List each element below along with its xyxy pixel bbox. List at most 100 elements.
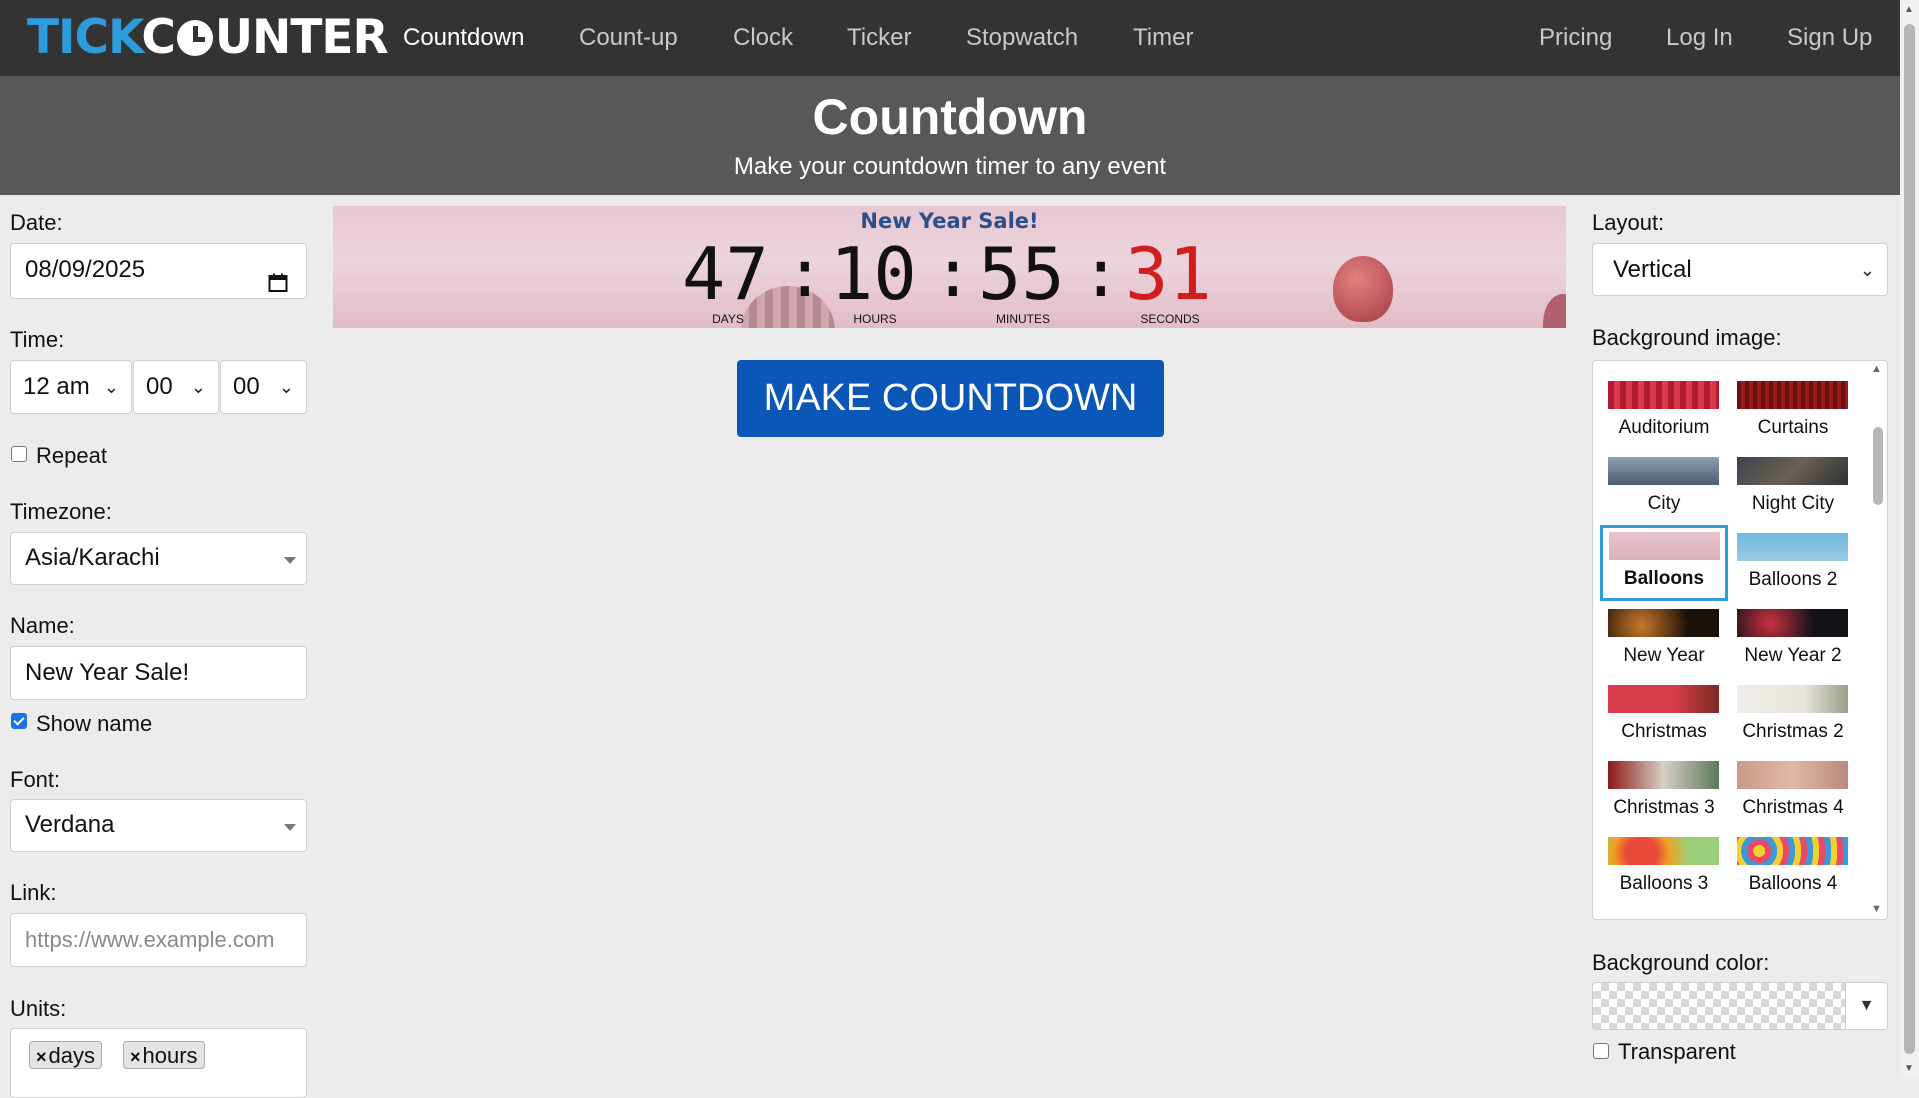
font-value: Verdana: [25, 811, 115, 838]
link-label: Link:: [10, 880, 57, 905]
units-select[interactable]: ×days ×hours: [10, 1028, 307, 1098]
bg-option-night-city[interactable]: Night City: [1729, 451, 1857, 523]
date-input[interactable]: 08/09/2025: [10, 243, 307, 299]
bg-option-christmas-4[interactable]: Christmas 4: [1729, 755, 1857, 827]
time-label: Time:: [10, 327, 65, 352]
nav-count-up[interactable]: Count-up: [579, 24, 678, 52]
nav-stopwatch[interactable]: Stopwatch: [966, 24, 1078, 52]
bg-option-new-year[interactable]: New Year: [1600, 603, 1728, 675]
balloons-4-thumbnail: [1737, 837, 1848, 865]
background-color-label: Background color:: [1592, 950, 1770, 975]
seconds-unit-label: SECONDS: [1140, 312, 1200, 326]
nav-clock[interactable]: Clock: [733, 24, 793, 52]
top-navigation: TICKC UNTER Countdown Count-up Clock Tick…: [0, 0, 1900, 76]
night-city-thumbnail: [1737, 457, 1848, 485]
separator: :: [1081, 235, 1121, 312]
color-dropdown-icon[interactable]: ▼: [1845, 983, 1887, 1029]
christmas-4-thumbnail: [1737, 761, 1848, 789]
layout-select[interactable]: Vertical ⌄: [1592, 243, 1888, 296]
nav-countdown[interactable]: Countdown: [403, 24, 524, 52]
nav-timer[interactable]: Timer: [1133, 24, 1193, 52]
bg-option-label: Balloons 2: [1748, 569, 1838, 590]
balloon-decoration: [1543, 294, 1566, 328]
bg-option-label: Auditorium: [1618, 417, 1710, 438]
image-grid-scrollbar[interactable]: ▲ ▼: [1869, 361, 1887, 919]
bg-option-auditorium[interactable]: Auditorium: [1600, 375, 1728, 447]
bg-option-city[interactable]: City: [1600, 451, 1728, 523]
link-input[interactable]: https://www.example.com: [10, 913, 307, 967]
timezone-select[interactable]: Asia/Karachi: [10, 532, 307, 585]
countdown-preview: New Year Sale! 47 : 10 : 55 : 31 DAYS HO…: [333, 206, 1566, 328]
scrollbar-thumb[interactable]: [1904, 24, 1915, 1054]
christmas-thumbnail: [1608, 685, 1719, 713]
bg-option-label: Christmas 4: [1742, 797, 1844, 818]
make-countdown-button[interactable]: MAKE COUNTDOWN: [737, 360, 1164, 437]
balloons-3-thumbnail: [1608, 837, 1719, 865]
font-select[interactable]: Verdana: [10, 799, 307, 852]
nav-pricing[interactable]: Pricing: [1539, 24, 1612, 52]
remove-icon[interactable]: ×: [130, 1047, 141, 1067]
transparent-label: Transparent: [1618, 1039, 1736, 1064]
unit-tag-days[interactable]: ×days: [29, 1041, 102, 1069]
bg-option-label: New Year: [1623, 645, 1705, 666]
tickcounter-logo[interactable]: TICKC UNTER: [27, 12, 389, 64]
bg-option-label: Christmas: [1621, 721, 1707, 742]
balloons-thumbnail: [1609, 532, 1720, 560]
hour-select[interactable]: 12 am ⌄: [10, 360, 132, 414]
clock-logo-icon: [176, 20, 213, 56]
unit-tag-label: hours: [142, 1043, 198, 1068]
page-subtitle: Make your countdown timer to any event: [733, 153, 1167, 180]
bg-option-curtains[interactable]: Curtains: [1729, 375, 1857, 447]
repeat-checkbox[interactable]: [11, 446, 27, 462]
show-name-checkbox[interactable]: [11, 713, 27, 729]
bg-option-balloons-4[interactable]: Balloons 4: [1729, 831, 1857, 903]
auditorium-thumbnail: [1608, 381, 1719, 409]
scroll-down-icon[interactable]: ▼: [1904, 1063, 1914, 1074]
nav-ticker[interactable]: Ticker: [847, 24, 911, 52]
background-color-picker[interactable]: ▼: [1592, 982, 1888, 1030]
calendar-icon[interactable]: [268, 260, 288, 292]
remove-icon[interactable]: ×: [36, 1047, 47, 1067]
scrollbar-thumb[interactable]: [1873, 427, 1883, 505]
christmas-2-thumbnail: [1737, 685, 1848, 713]
scroll-up-icon[interactable]: ▲: [1871, 363, 1882, 375]
layout-value: Vertical: [1613, 256, 1692, 283]
chevron-down-icon: ⌄: [1859, 260, 1875, 280]
transparent-checkbox[interactable]: [1593, 1043, 1609, 1059]
second-select[interactable]: 00 ⌄: [220, 360, 307, 414]
bg-option-balloons[interactable]: Balloons: [1600, 525, 1728, 601]
page-scrollbar[interactable]: ▲ ▼: [1900, 0, 1919, 1079]
days-value: 47: [682, 232, 769, 316]
chevron-down-icon: ⌄: [190, 377, 206, 397]
countdown-name: New Year Sale!: [860, 209, 1039, 233]
font-label: Font:: [10, 767, 61, 792]
nav-sign-up[interactable]: Sign Up: [1787, 24, 1872, 52]
unit-tag-label: days: [48, 1043, 95, 1068]
bg-option-label: Balloons 4: [1748, 873, 1838, 894]
link-placeholder: https://www.example.com: [25, 927, 275, 952]
bg-option-balloons-3[interactable]: Balloons 3: [1600, 831, 1728, 903]
bg-option-new-year-2[interactable]: New Year 2: [1729, 603, 1857, 675]
nav-log-in[interactable]: Log In: [1666, 24, 1733, 52]
bg-option-label: Christmas 3: [1613, 797, 1715, 818]
bg-option-balloons-2[interactable]: Balloons 2: [1729, 527, 1857, 599]
balloon-decoration: [1333, 256, 1393, 322]
unit-tag-hours[interactable]: ×hours: [123, 1041, 205, 1069]
minute-select[interactable]: 00 ⌄: [133, 360, 219, 414]
scroll-down-icon[interactable]: ▼: [1871, 903, 1882, 915]
bg-option-christmas-3[interactable]: Christmas 3: [1600, 755, 1728, 827]
name-value: New Year Sale!: [25, 659, 190, 686]
city-thumbnail: [1608, 457, 1719, 485]
second-value: 00: [233, 373, 260, 400]
bg-option-christmas-2[interactable]: Christmas 2: [1729, 679, 1857, 751]
name-input[interactable]: New Year Sale!: [10, 646, 307, 700]
dropdown-arrow-icon: [284, 824, 296, 831]
bg-option-christmas[interactable]: Christmas: [1600, 679, 1728, 751]
days-unit-label: DAYS: [712, 312, 744, 326]
bg-option-label: New Year 2: [1744, 645, 1842, 666]
new-year-thumbnail: [1608, 609, 1719, 637]
seconds-value: 31: [1125, 232, 1212, 316]
page-title: Countdown: [812, 89, 1088, 145]
background-image-grid[interactable]: Auditorium Curtains City Night City Ball…: [1592, 360, 1888, 920]
scroll-up-icon[interactable]: ▲: [1904, 4, 1914, 15]
